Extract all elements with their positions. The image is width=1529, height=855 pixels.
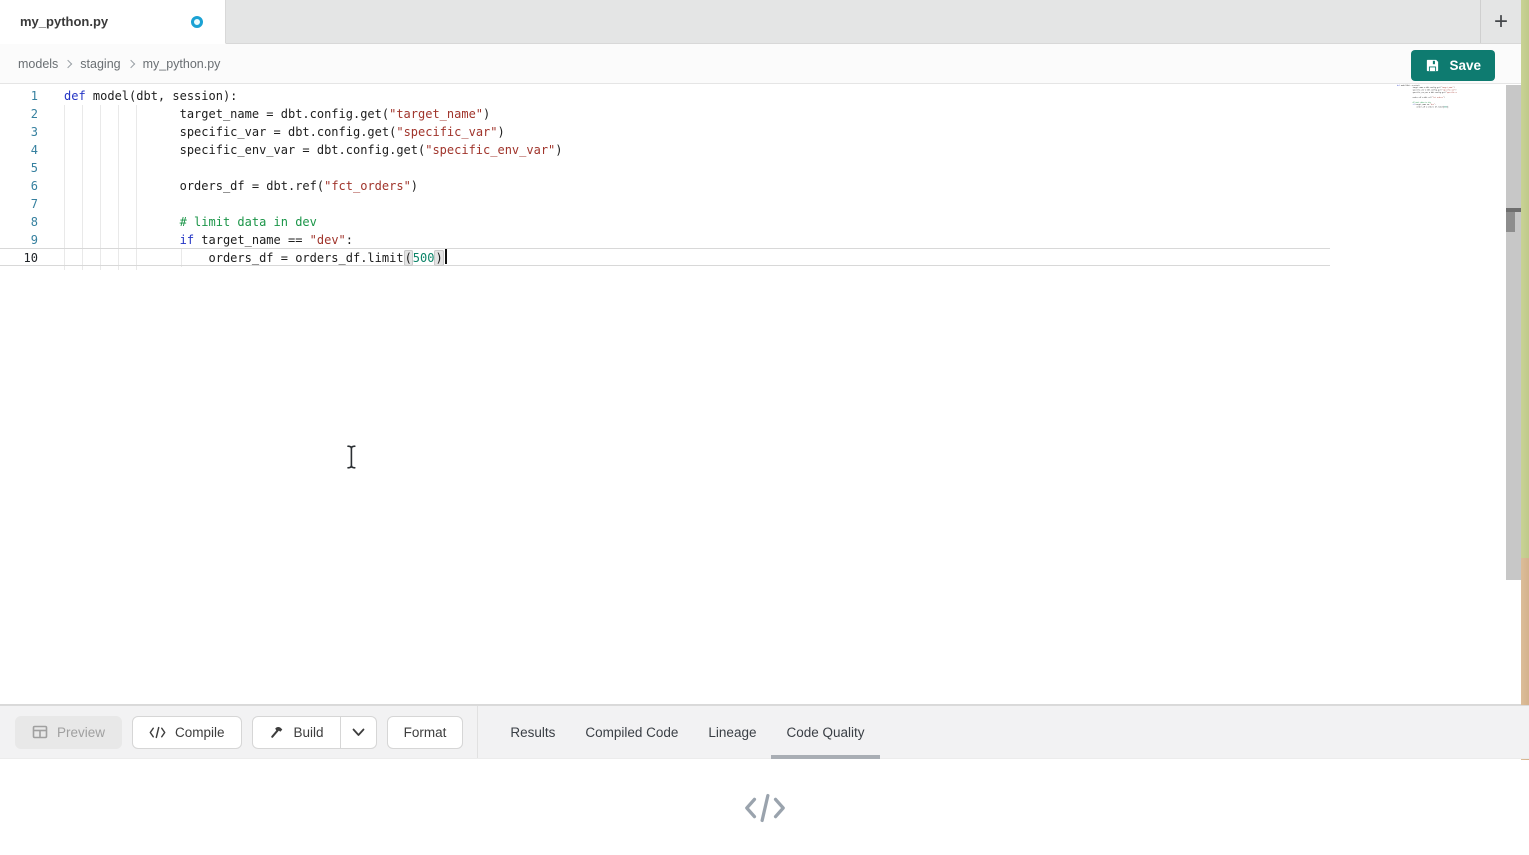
tab-bar-empty-space xyxy=(226,0,1480,43)
text-ibeam-mouse-cursor xyxy=(345,444,358,470)
tab-results-label: Results xyxy=(510,725,555,740)
build-button[interactable]: Build xyxy=(252,716,341,749)
code-editor[interactable]: 1def model(dbt, session):2 target_name =… xyxy=(0,84,1529,705)
action-toolbar: Preview Compile Build xyxy=(0,705,1529,759)
code-line[interactable]: 9 if target_name == "dev": xyxy=(0,231,1330,249)
file-tab-label: my_python.py xyxy=(20,14,108,29)
code-lines: 1def model(dbt, session):2 target_name =… xyxy=(0,87,1330,266)
line-number: 3 xyxy=(0,123,38,141)
code-line[interactable]: 7 xyxy=(0,195,1330,213)
line-number: 8 xyxy=(0,213,38,231)
line-number: 6 xyxy=(0,177,38,195)
right-edge-strip-green xyxy=(1521,0,1529,558)
table-grid-icon xyxy=(32,724,48,740)
code-line[interactable]: 8 # limit data in dev xyxy=(0,213,1330,231)
line-number: 7 xyxy=(0,195,38,213)
preview-button-label: Preview xyxy=(57,725,105,740)
tab-compiled-code[interactable]: Compiled Code xyxy=(570,705,693,759)
breadcrumb-item-file[interactable]: my_python.py xyxy=(143,57,221,71)
text-caret xyxy=(445,249,447,264)
code-line[interactable]: 5 xyxy=(0,159,1330,177)
breadcrumb: models staging my_python.py Save xyxy=(0,44,1521,84)
line-number: 2 xyxy=(0,105,38,123)
tab-compiled-code-label: Compiled Code xyxy=(585,725,678,740)
editor-scrollbar-thumb[interactable] xyxy=(1506,212,1515,232)
tab-code-quality-label: Code Quality xyxy=(786,725,864,740)
editor-scrollbar-track[interactable] xyxy=(1506,85,1521,580)
hammer-icon xyxy=(269,724,285,740)
code-line[interactable]: 6 orders_df = dbt.ref("fct_orders") xyxy=(0,177,1330,195)
floppy-disk-icon xyxy=(1425,58,1440,73)
result-tabs: Results Compiled Code Lineage Code Quali… xyxy=(495,705,879,759)
chevron-right-icon xyxy=(64,59,72,67)
code-brackets-empty-state-icon xyxy=(742,792,788,824)
minimap-content: def model(dbt, session): target_name = d… xyxy=(1397,84,1457,108)
file-tab-my-python[interactable]: my_python.py xyxy=(0,0,226,44)
tab-results[interactable]: Results xyxy=(495,705,570,759)
tab-lineage[interactable]: Lineage xyxy=(693,705,771,759)
build-options-dropdown-button[interactable] xyxy=(341,716,377,749)
new-tab-button[interactable]: + xyxy=(1481,0,1521,43)
file-tab-bar: my_python.py + xyxy=(0,0,1521,44)
compile-button-label: Compile xyxy=(175,725,225,740)
chevron-right-icon xyxy=(126,59,134,67)
code-line[interactable]: 2 target_name = dbt.config.get("target_n… xyxy=(0,105,1330,123)
tab-lineage-label: Lineage xyxy=(708,725,756,740)
code-line: specific_env_var = dbt.config.get("speci… xyxy=(1397,91,1457,93)
format-button[interactable]: Format xyxy=(387,716,464,749)
unsaved-changes-dot-icon xyxy=(191,16,203,28)
line-number: 5 xyxy=(0,159,38,177)
compile-button[interactable]: Compile xyxy=(132,716,242,749)
line-number: 9 xyxy=(0,231,38,249)
format-button-label: Format xyxy=(404,725,447,740)
chevron-down-icon xyxy=(352,728,365,737)
build-split-button: Build xyxy=(252,716,377,749)
breadcrumb-item-models[interactable]: models xyxy=(18,57,58,71)
minimap[interactable]: def model(dbt, session): target_name = d… xyxy=(1397,84,1457,204)
code-line[interactable]: 4 specific_env_var = dbt.config.get("spe… xyxy=(0,141,1330,159)
save-button-label: Save xyxy=(1449,58,1481,73)
build-button-label: Build xyxy=(294,725,324,740)
code-brackets-icon xyxy=(149,726,166,739)
breadcrumb-item-staging[interactable]: staging xyxy=(80,57,120,71)
dbt-ide-window: my_python.py + models staging my_python.… xyxy=(0,0,1529,855)
line-number: 1 xyxy=(0,87,38,105)
line-number: 10 xyxy=(0,249,38,265)
tab-code-quality[interactable]: Code Quality xyxy=(771,705,879,759)
code-line[interactable]: 10 orders_df = orders_df.limit(500) xyxy=(0,248,1330,266)
line-number: 4 xyxy=(0,141,38,159)
preview-button[interactable]: Preview xyxy=(15,716,122,749)
code-line[interactable]: 1def model(dbt, session): xyxy=(0,87,1330,105)
code-line: orders_df = orders_df.limit(500) xyxy=(1397,106,1457,108)
code-line[interactable]: 3 specific_var = dbt.config.get("specifi… xyxy=(0,123,1330,141)
save-button[interactable]: Save xyxy=(1411,50,1495,81)
code-quality-panel xyxy=(0,760,1529,855)
toolbar-separator xyxy=(477,706,478,758)
